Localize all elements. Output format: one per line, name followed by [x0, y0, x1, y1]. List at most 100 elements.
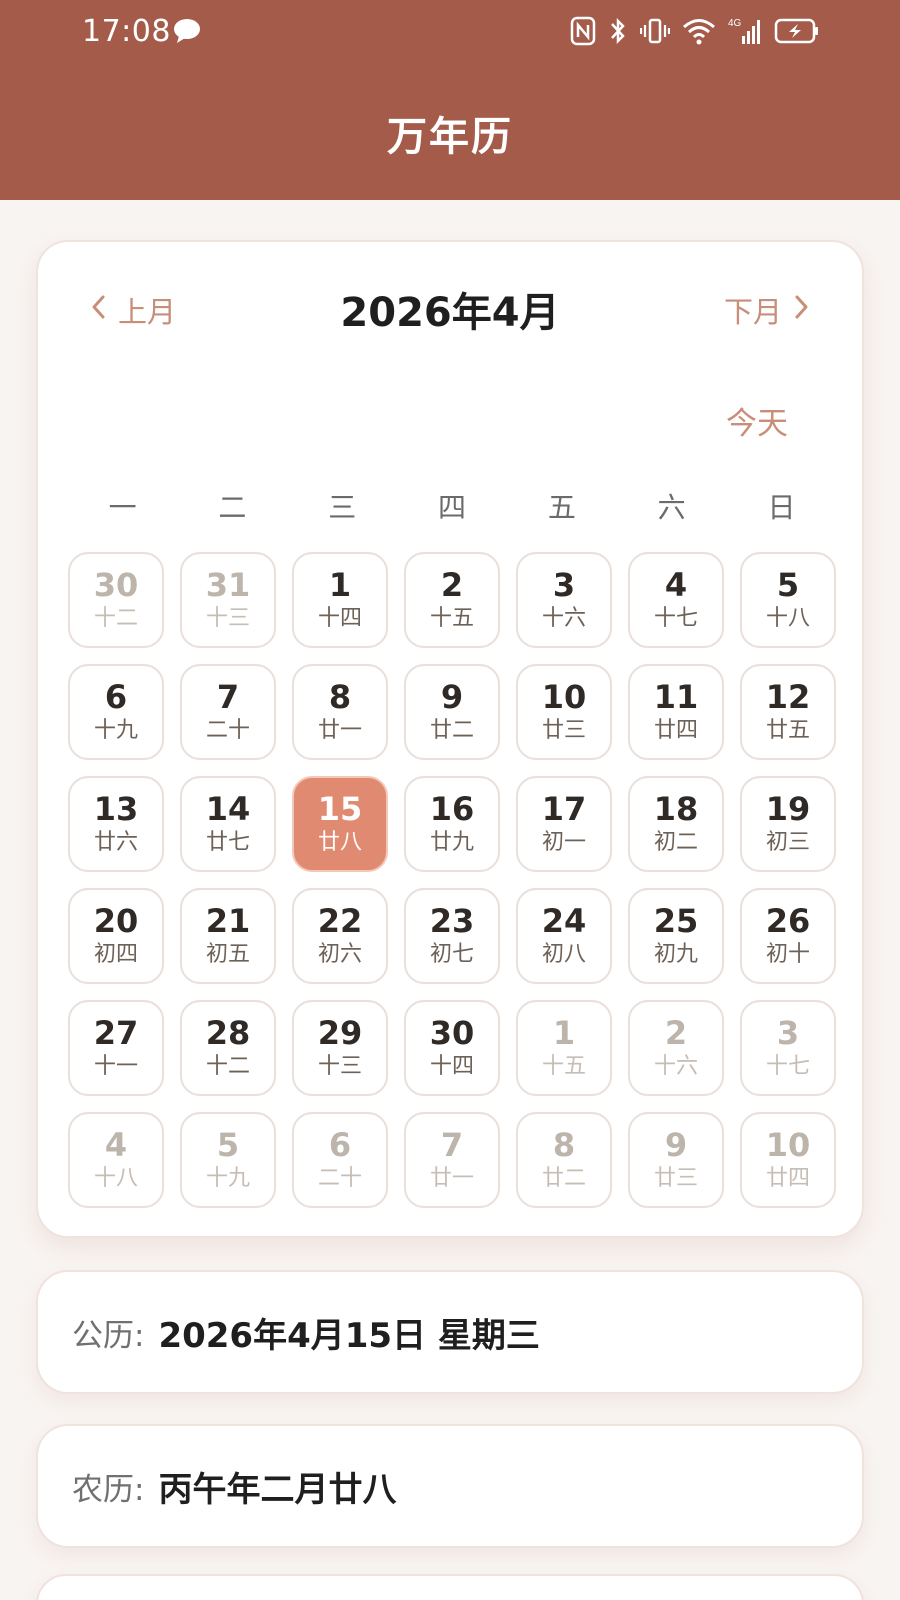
- weekday-label: 五: [547, 491, 576, 524]
- lunar-day: 初八: [541, 942, 586, 967]
- next-month-button[interactable]: 下月: [724, 282, 810, 338]
- day-number: 5: [776, 566, 800, 604]
- day-cell[interactable]: 4 十七: [628, 552, 724, 648]
- lunar-day: 初九: [653, 942, 698, 967]
- day-cell[interactable]: 14 廿七: [180, 776, 276, 872]
- day-number: 8: [328, 678, 352, 716]
- day-number: 6: [328, 1126, 352, 1164]
- day-cell[interactable]: 8 廿二: [516, 1112, 612, 1208]
- lunar-day: 十五: [429, 606, 474, 631]
- day-number: 9: [664, 1126, 688, 1164]
- day-cell[interactable]: 6 十九: [68, 664, 164, 760]
- lunar-day: 十四: [429, 1054, 474, 1079]
- day-cell[interactable]: 23 初七: [404, 888, 500, 984]
- wifi-icon: [682, 16, 716, 46]
- bluetooth-icon: [608, 16, 628, 46]
- day-cell[interactable]: 7 廿一: [404, 1112, 500, 1208]
- lunar-day: 十九: [205, 1166, 250, 1191]
- day-cell[interactable]: 25 初九: [628, 888, 724, 984]
- lunar-day: 廿三: [653, 1166, 698, 1191]
- day-number: 2: [440, 566, 464, 604]
- weekday-label: 四: [438, 491, 467, 524]
- day-cell[interactable]: 16 廿九: [404, 776, 500, 872]
- lunar-day: 初十: [765, 942, 810, 967]
- day-number: 10: [541, 678, 587, 716]
- day-number: 12: [765, 678, 811, 716]
- day-cell[interactable]: 3 十七: [740, 1000, 836, 1096]
- day-number: 22: [317, 902, 363, 940]
- lunar-day: 十三: [205, 606, 250, 631]
- weekday-label: 一: [108, 491, 137, 524]
- day-cell[interactable]: 10 廿四: [740, 1112, 836, 1208]
- day-cell[interactable]: 6 二十: [292, 1112, 388, 1208]
- day-cell[interactable]: 22 初六: [292, 888, 388, 984]
- lunar-day: 二十: [205, 718, 250, 743]
- day-cell[interactable]: 17 初一: [516, 776, 612, 872]
- battery-charging-icon: [774, 16, 820, 46]
- lunar-day: 初二: [653, 830, 698, 855]
- day-cell[interactable]: 13 廿六: [68, 776, 164, 872]
- day-cell[interactable]: 31 十三: [180, 552, 276, 648]
- day-cell[interactable]: 30 十四: [404, 1000, 500, 1096]
- day-cell[interactable]: 1 十四: [292, 552, 388, 648]
- day-number: 18: [653, 790, 699, 828]
- day-cell[interactable]: 9 廿二: [404, 664, 500, 760]
- lunar-day: 十四: [317, 606, 362, 631]
- lunar-day: 初一: [541, 830, 586, 855]
- app-header: 17:08 4G 万年历: [0, 0, 900, 200]
- day-cell[interactable]: 9 廿三: [628, 1112, 724, 1208]
- lunar-day: 初四: [93, 942, 138, 967]
- day-cell[interactable]: 3 十六: [516, 552, 612, 648]
- chevron-right-icon: [794, 293, 810, 327]
- lunar-day: 十八: [93, 1166, 138, 1191]
- day-cell[interactable]: 4 十八: [68, 1112, 164, 1208]
- day-number: 20: [93, 902, 139, 940]
- day-cell[interactable]: 5 十九: [180, 1112, 276, 1208]
- day-number: 7: [440, 1126, 464, 1164]
- lunar-day: 廿一: [317, 718, 362, 743]
- day-cell[interactable]: 28 十二: [180, 1000, 276, 1096]
- lunar-day: 廿二: [541, 1166, 586, 1191]
- signal-icon: 4G: [728, 16, 762, 46]
- day-cell[interactable]: 30 十二: [68, 552, 164, 648]
- day-cell[interactable]: 21 初五: [180, 888, 276, 984]
- lunar-day: 初七: [429, 942, 474, 967]
- day-number: 10: [765, 1126, 811, 1164]
- lunar-day: 十九: [93, 718, 138, 743]
- day-number: 13: [93, 790, 139, 828]
- day-number: 24: [541, 902, 587, 940]
- day-cell[interactable]: 18 初二: [628, 776, 724, 872]
- day-cell[interactable]: 27 十一: [68, 1000, 164, 1096]
- day-cell[interactable]: 7 二十: [180, 664, 276, 760]
- network-type: 4G: [728, 18, 742, 29]
- day-number: 4: [104, 1126, 128, 1164]
- day-cell[interactable]: 26 初十: [740, 888, 836, 984]
- day-cell-selected[interactable]: 15 廿八: [292, 776, 388, 872]
- day-number: 30: [93, 566, 139, 604]
- next-month-label: 下月: [723, 295, 782, 329]
- day-cell[interactable]: 20 初四: [68, 888, 164, 984]
- page-title: 万年历: [387, 114, 513, 160]
- lunar-day: 初六: [317, 942, 362, 967]
- today-button[interactable]: 今天: [726, 398, 788, 443]
- lunar-day: 廿三: [541, 718, 586, 743]
- day-number: 5: [216, 1126, 240, 1164]
- day-cell[interactable]: 2 十六: [628, 1000, 724, 1096]
- status-icons: 4G: [570, 14, 820, 48]
- weekday-label: 日: [767, 491, 796, 524]
- lunar-day: 十五: [541, 1054, 586, 1079]
- day-cell[interactable]: 29 十三: [292, 1000, 388, 1096]
- lunar-day: 十七: [765, 1054, 810, 1079]
- day-cell[interactable]: 12 廿五: [740, 664, 836, 760]
- lunar-label: 农历:: [72, 1471, 145, 1508]
- day-cell[interactable]: 8 廿一: [292, 664, 388, 760]
- day-cell[interactable]: 24 初八: [516, 888, 612, 984]
- day-cell[interactable]: 10 廿三: [516, 664, 612, 760]
- day-cell[interactable]: 5 十八: [740, 552, 836, 648]
- day-cell[interactable]: 19 初三: [740, 776, 836, 872]
- day-cell[interactable]: 11 廿四: [628, 664, 724, 760]
- lunar-day: 十二: [93, 606, 138, 631]
- day-cell[interactable]: 1 十五: [516, 1000, 612, 1096]
- lunar-day: 十一: [93, 1054, 138, 1079]
- day-cell[interactable]: 2 十五: [404, 552, 500, 648]
